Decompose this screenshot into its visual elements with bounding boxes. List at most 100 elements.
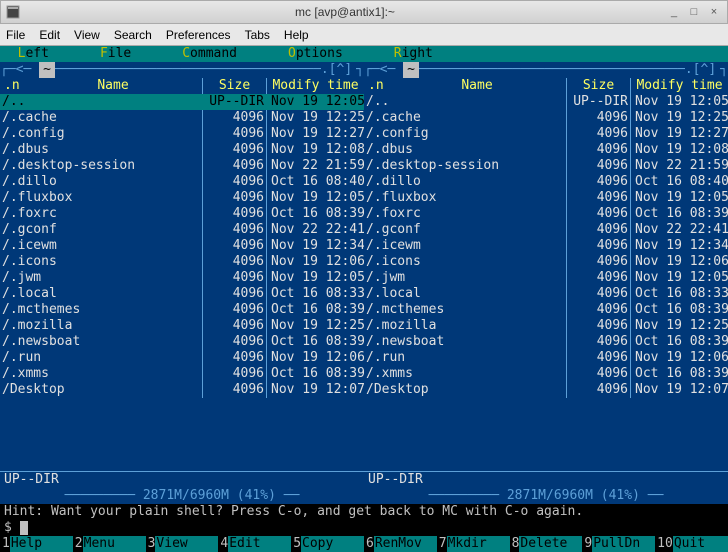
table-row[interactable]: /.gconf4096Nov 22 22:41	[364, 222, 728, 238]
table-row[interactable]: /.icewm4096Nov 19 12:34	[0, 238, 364, 254]
table-row[interactable]: /.icons4096Nov 19 12:06	[364, 254, 728, 270]
table-row[interactable]: /.fluxbox4096Nov 19 12:05	[0, 190, 364, 206]
file-list[interactable]: /..UP--DIRNov 19 12:05/.cache4096Nov 19 …	[0, 94, 364, 471]
maximize-button[interactable]: □	[685, 4, 703, 20]
file-name: /.foxrc	[364, 206, 566, 222]
table-row[interactable]: /.config4096Nov 19 12:27	[364, 126, 728, 142]
table-row[interactable]: /.dbus4096Nov 19 12:08	[364, 142, 728, 158]
table-row[interactable]: /.desktop-session4096Nov 22 21:59	[0, 158, 364, 174]
col-name[interactable]: Name	[388, 78, 566, 94]
table-row[interactable]: /.icons4096Nov 19 12:06	[0, 254, 364, 270]
table-row[interactable]: /.run4096Nov 19 12:06	[0, 350, 364, 366]
file-name: /.desktop-session	[364, 158, 566, 174]
mc-menu-right[interactable]: Right	[392, 46, 435, 62]
table-row[interactable]: /.dillo4096Oct 16 08:40	[0, 174, 364, 190]
table-row[interactable]: /.icewm4096Nov 19 12:34	[364, 238, 728, 254]
col-sort-dot[interactable]: .n	[364, 78, 388, 94]
menu-preferences[interactable]: Preferences	[166, 28, 231, 42]
file-size: 4096	[202, 238, 266, 254]
table-row[interactable]: /.cache4096Nov 19 12:25	[0, 110, 364, 126]
mc-terminal: Left File Command Options Right ┌─<─ ~ ─…	[0, 46, 728, 552]
table-row[interactable]: /..UP--DIRNov 19 12:05	[0, 94, 364, 110]
menu-tabs[interactable]: Tabs	[245, 28, 270, 42]
fkey-label: Quit	[673, 536, 728, 552]
table-row[interactable]: /.gconf4096Nov 22 22:41	[0, 222, 364, 238]
right-panel[interactable]: ┌─<─ ~ ─────────────────────────────────…	[364, 62, 728, 504]
table-row[interactable]: /Desktop4096Nov 19 12:07	[364, 382, 728, 398]
table-row[interactable]: /.mcthemes4096Oct 16 08:39	[364, 302, 728, 318]
fkey-copy[interactable]: 5Copy	[291, 536, 364, 552]
close-button[interactable]: ×	[705, 4, 723, 20]
col-size[interactable]: Size	[202, 78, 266, 94]
col-sort-dot[interactable]: .n	[0, 78, 24, 94]
menu-file[interactable]: File	[6, 28, 25, 42]
table-row[interactable]: /.run4096Nov 19 12:06	[364, 350, 728, 366]
file-mtime: Nov 22 21:59	[630, 158, 728, 174]
table-row[interactable]: /.foxrc4096Oct 16 08:39	[0, 206, 364, 222]
shell-prompt[interactable]: $	[0, 520, 728, 536]
table-row[interactable]: /.mozilla4096Nov 19 12:25	[364, 318, 728, 334]
fkey-delete[interactable]: 8Delete	[510, 536, 583, 552]
fkey-view[interactable]: 3View	[146, 536, 219, 552]
menu-search[interactable]: Search	[114, 28, 152, 42]
table-row[interactable]: /..UP--DIRNov 19 12:05	[364, 94, 728, 110]
file-mtime: Nov 19 12:08	[266, 142, 364, 158]
panel-status: UP--DIR	[0, 471, 364, 488]
table-row[interactable]: /.mozilla4096Nov 19 12:25	[0, 318, 364, 334]
fkey-edit[interactable]: 4Edit	[218, 536, 291, 552]
table-row[interactable]: /.local4096Oct 16 08:33	[364, 286, 728, 302]
mc-menu-options[interactable]: Options	[286, 46, 345, 62]
table-row[interactable]: /.xmms4096Oct 16 08:39	[0, 366, 364, 382]
table-row[interactable]: /.foxrc4096Oct 16 08:39	[364, 206, 728, 222]
file-mtime: Oct 16 08:39	[630, 366, 728, 382]
mc-menu-command[interactable]: Command	[180, 46, 239, 62]
table-row[interactable]: /.fluxbox4096Nov 19 12:05	[364, 190, 728, 206]
file-mtime: Nov 22 22:41	[266, 222, 364, 238]
col-mtime[interactable]: Modify time	[266, 78, 364, 94]
table-row[interactable]: /Desktop4096Nov 19 12:07	[0, 382, 364, 398]
table-row[interactable]: /.mcthemes4096Oct 16 08:39	[0, 302, 364, 318]
panel-sort-indicator[interactable]: .[^]	[685, 62, 716, 78]
file-mtime: Nov 19 12:06	[630, 254, 728, 270]
fkey-quit[interactable]: 10Quit	[655, 536, 728, 552]
fkey-pulldn[interactable]: 9PullDn	[582, 536, 655, 552]
table-row[interactable]: /.xmms4096Oct 16 08:39	[364, 366, 728, 382]
file-size: 4096	[202, 366, 266, 382]
fkey-menu[interactable]: 2Menu	[73, 536, 146, 552]
col-name[interactable]: Name	[24, 78, 202, 94]
menu-edit[interactable]: Edit	[39, 28, 60, 42]
file-name: /.icons	[0, 254, 202, 270]
menu-help[interactable]: Help	[284, 28, 309, 42]
table-row[interactable]: /.newsboat4096Oct 16 08:39	[0, 334, 364, 350]
file-size: 4096	[202, 270, 266, 286]
fkey-mkdir[interactable]: 7Mkdir	[437, 536, 510, 552]
menu-view[interactable]: View	[74, 28, 100, 42]
table-row[interactable]: /.config4096Nov 19 12:27	[0, 126, 364, 142]
table-row[interactable]: /.local4096Oct 16 08:33	[0, 286, 364, 302]
file-size: 4096	[566, 302, 630, 318]
table-row[interactable]: /.jwm4096Nov 19 12:05	[364, 270, 728, 286]
file-mtime: Oct 16 08:33	[266, 286, 364, 302]
table-row[interactable]: /.cache4096Nov 19 12:25	[364, 110, 728, 126]
fkey-help[interactable]: 1Help	[0, 536, 73, 552]
table-row[interactable]: /.jwm4096Nov 19 12:05	[0, 270, 364, 286]
mc-menu-left[interactable]: Left	[16, 46, 51, 62]
file-mtime: Nov 19 12:25	[266, 318, 364, 334]
col-size[interactable]: Size	[566, 78, 630, 94]
table-row[interactable]: /.dbus4096Nov 19 12:08	[0, 142, 364, 158]
file-mtime: Nov 19 12:05	[266, 270, 364, 286]
panel-path[interactable]: ~	[403, 62, 419, 78]
file-list[interactable]: /..UP--DIRNov 19 12:05/.cache4096Nov 19 …	[364, 94, 728, 471]
table-row[interactable]: /.newsboat4096Oct 16 08:39	[364, 334, 728, 350]
mc-menu-file[interactable]: File	[98, 46, 133, 62]
col-mtime[interactable]: Modify time	[630, 78, 728, 94]
panel-sort-indicator[interactable]: .[^]	[321, 62, 352, 78]
file-mtime: Nov 19 12:05	[266, 94, 364, 110]
minimize-button[interactable]: _	[665, 4, 683, 20]
file-size: 4096	[202, 158, 266, 174]
panel-path[interactable]: ~	[39, 62, 55, 78]
left-panel[interactable]: ┌─<─ ~ ─────────────────────────────────…	[0, 62, 364, 504]
table-row[interactable]: /.desktop-session4096Nov 22 21:59	[364, 158, 728, 174]
fkey-renmov[interactable]: 6RenMov	[364, 536, 437, 552]
table-row[interactable]: /.dillo4096Oct 16 08:40	[364, 174, 728, 190]
